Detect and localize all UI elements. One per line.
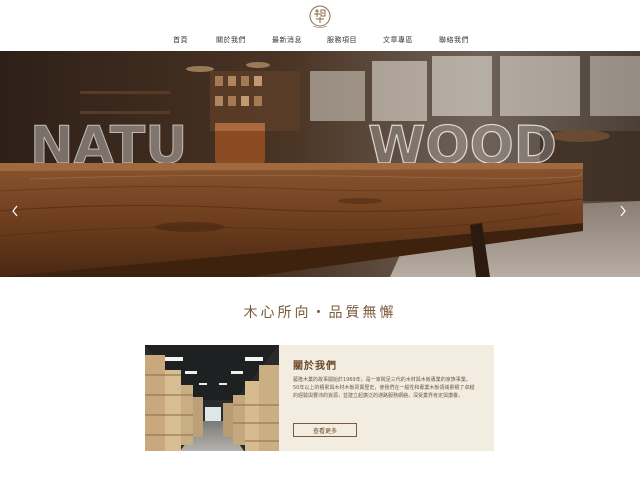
about-description: 藝隆木業的故事開始於1969年，是一家跨足三代的木材與木板專業的家族事業。 50…: [293, 376, 479, 400]
about-paragraph-1: 藝隆木業的故事開始於1969年，是一家跨足三代的木材與木板專業的家族事業。: [293, 377, 471, 383]
hero-banner: NATU WOOD: [0, 51, 640, 277]
nav-articles[interactable]: 文章專區: [383, 35, 413, 45]
hero-image: NATU WOOD: [0, 51, 640, 277]
nav-contact[interactable]: 聯絡我們: [439, 35, 469, 45]
nav-services[interactable]: 服務項目: [327, 35, 357, 45]
read-more-button[interactable]: 查看更多: [293, 423, 357, 437]
chevron-right-icon[interactable]: [618, 204, 628, 218]
site-header: 首頁 關於我們 最新消息 服務項目 文章專區 聯絡我們: [0, 0, 640, 52]
main-nav: 首頁 關於我們 最新消息 服務項目 文章專區 聯絡我們: [0, 35, 640, 47]
nav-about[interactable]: 關於我們: [216, 35, 246, 45]
seal-logo-icon[interactable]: [308, 4, 332, 30]
nav-home[interactable]: 首頁: [173, 35, 188, 45]
about-panel: 關於我們 藝隆木業的故事開始於1969年，是一家跨足三代的木材與木板專業的家族事…: [279, 345, 494, 451]
section-tagline: 木心所向・品質無懈: [243, 305, 397, 321]
nav-news[interactable]: 最新消息: [272, 35, 302, 45]
chevron-left-icon[interactable]: [10, 204, 20, 218]
about-title: 關於我們: [293, 361, 337, 372]
warehouse-photo: [145, 345, 279, 451]
about-paragraph-2: 50年以上的積累與木材木板買賣歷史，使我們在一般性和專業木板領域累積了卓越的經驗…: [293, 385, 475, 399]
